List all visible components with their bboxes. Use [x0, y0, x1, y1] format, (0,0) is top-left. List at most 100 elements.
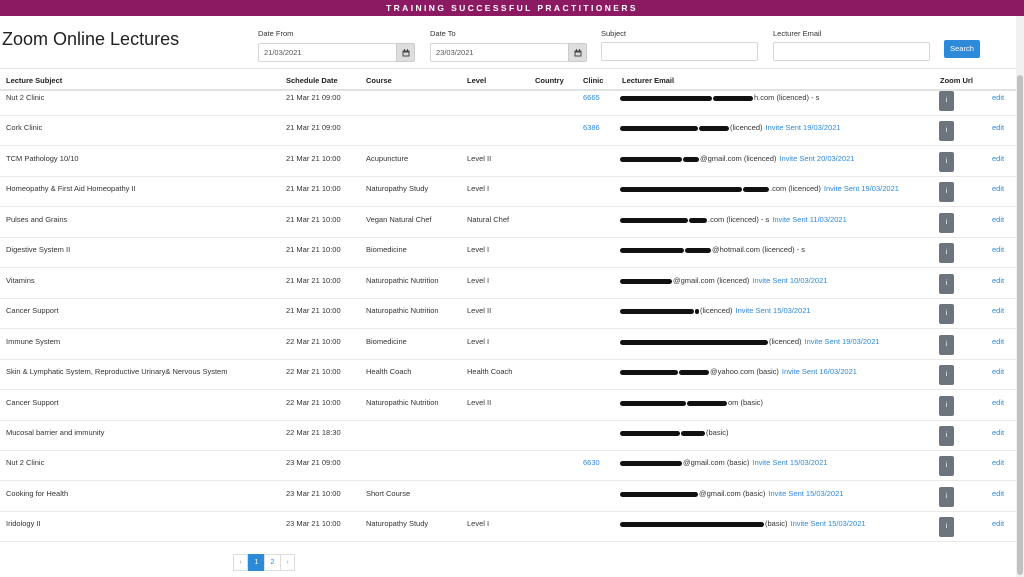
- redaction-bar: [620, 125, 698, 131]
- pagination-prev[interactable]: ‹: [233, 554, 248, 571]
- pagination-page-2[interactable]: 2: [264, 554, 281, 571]
- table-row: TCM Pathology 10/10 21 Mar 21 10:00 Acupun…: [0, 147, 1016, 177]
- edit-link[interactable]: edit: [992, 367, 1004, 376]
- date-from-input[interactable]: 21/03/2021: [258, 43, 397, 62]
- redaction-bar: [620, 400, 686, 406]
- zoom-url-button[interactable]: i: [939, 304, 954, 324]
- edit-link[interactable]: edit: [992, 458, 1004, 467]
- cell-course: Vegan Natural Chef: [366, 215, 432, 224]
- cell-clinic-link[interactable]: 6386: [583, 123, 600, 132]
- column-header-subject: Lecture Subject: [6, 76, 63, 85]
- scrollbar-thumb[interactable]: [1017, 75, 1023, 575]
- redaction-bar: [620, 156, 682, 162]
- date-to-input[interactable]: 23/03/2021: [430, 43, 569, 62]
- cell-schedule-date: 22 Mar 21 18:30: [286, 428, 341, 437]
- redaction-bar: [681, 430, 705, 436]
- cell-schedule-date: 21 Mar 21 10:00: [286, 245, 341, 254]
- page-title: Zoom Online Lectures: [2, 29, 180, 49]
- email-status: h.com (licenced) - s: [754, 93, 820, 102]
- zoom-url-button[interactable]: i: [939, 396, 954, 416]
- subject-input[interactable]: [601, 42, 758, 61]
- zoom-url-button[interactable]: i: [939, 182, 954, 202]
- cell-schedule-date: 21 Mar 21 10:00: [286, 215, 341, 224]
- email-status: @hotmail.com (licenced) - s: [712, 245, 806, 254]
- cell-lecturer-email: @gmail.com (licenced) Invite Sent 20/03/2…: [620, 154, 854, 163]
- search-button[interactable]: Search: [944, 40, 980, 58]
- redaction-bar: [620, 339, 768, 345]
- cell-level: Level I: [467, 184, 490, 193]
- table-row: Digestive System II 21 Mar 21 10:00 Biomed…: [0, 238, 1016, 268]
- email-status: (licenced): [769, 337, 802, 346]
- table-row: Immune System 22 Mar 21 10:00 Biomedicine L…: [0, 330, 1016, 360]
- pagination-next[interactable]: ›: [280, 554, 295, 571]
- redaction-bar: [699, 125, 729, 131]
- edit-link[interactable]: edit: [992, 276, 1004, 285]
- invite-status: Invite Sent 15/03/2021: [735, 306, 811, 315]
- redaction-bar: [620, 491, 698, 497]
- edit-link[interactable]: edit: [992, 123, 1004, 132]
- edit-link[interactable]: edit: [992, 184, 1004, 193]
- edit-link[interactable]: edit: [992, 306, 1004, 315]
- cell-level: Level II: [467, 306, 492, 315]
- email-status: @gmail.com (licenced): [673, 276, 750, 285]
- redaction-bar: [689, 217, 707, 223]
- zoom-url-button[interactable]: i: [939, 213, 954, 233]
- edit-link[interactable]: edit: [992, 245, 1004, 254]
- column-header-date: Schedule Date: [286, 76, 338, 85]
- table-row: Cancer Support 22 Mar 21 10:00 Naturopathi…: [0, 391, 1016, 421]
- invite-status: Invite Sent 20/03/2021: [779, 154, 855, 163]
- redaction-bar: [620, 95, 712, 101]
- zoom-url-button[interactable]: i: [939, 456, 954, 476]
- zoom-url-button[interactable]: i: [939, 243, 954, 263]
- cell-subject: Cork Clinic: [6, 123, 43, 132]
- cell-level: Level I: [467, 276, 490, 285]
- cell-subject: Cancer Support: [6, 398, 59, 407]
- cell-subject: Cooking for Health: [6, 489, 69, 498]
- zoom-url-button[interactable]: i: [939, 365, 954, 385]
- zoom-url-button[interactable]: i: [939, 91, 954, 111]
- cell-level: Level I: [467, 245, 490, 254]
- zoom-url-button[interactable]: i: [939, 274, 954, 294]
- date-from-calendar-button[interactable]: [396, 43, 415, 62]
- zoom-url-button[interactable]: i: [939, 426, 954, 446]
- column-header-country: Country: [535, 76, 564, 85]
- invite-status: Invite Sent 11/03/2021: [772, 215, 847, 224]
- table-row: Cooking for Health 23 Mar 21 10:00 Short C…: [0, 482, 1016, 512]
- edit-link[interactable]: edit: [992, 489, 1004, 498]
- zoom-url-button[interactable]: i: [939, 517, 954, 537]
- lecturer-email-input[interactable]: [773, 42, 930, 61]
- redaction-bar: [679, 369, 709, 375]
- edit-link[interactable]: edit: [992, 215, 1004, 224]
- edit-link[interactable]: edit: [992, 428, 1004, 437]
- cell-course: Naturopathic Nutrition: [366, 306, 439, 315]
- cell-clinic-link[interactable]: 6630: [583, 458, 600, 467]
- cell-course: Short Course: [366, 489, 411, 498]
- cell-level: Natural Chef: [467, 215, 510, 224]
- cell-lecturer-email: @yahoo.com (basic) Invite Sent 16/03/2021: [620, 367, 857, 376]
- zoom-url-button[interactable]: i: [939, 335, 954, 355]
- cell-subject: Mucosal barrier and immunity: [6, 428, 105, 437]
- cell-level: Level I: [467, 337, 490, 346]
- cell-clinic-link[interactable]: 6665: [583, 93, 600, 102]
- zoom-url-button[interactable]: i: [939, 152, 954, 172]
- edit-link[interactable]: edit: [992, 337, 1004, 346]
- edit-link[interactable]: edit: [992, 154, 1004, 163]
- table-row: Nut 2 Clinic 21 Mar 21 09:00 6665 h.com (li…: [0, 86, 1016, 116]
- date-to-calendar-button[interactable]: [568, 43, 587, 62]
- edit-link[interactable]: edit: [992, 519, 1004, 528]
- invite-status: Invite Sent 16/03/2021: [781, 367, 857, 376]
- cell-schedule-date: 21 Mar 21 10:00: [286, 184, 341, 193]
- pagination-page-1[interactable]: 1: [248, 554, 265, 571]
- email-status: (basic): [765, 519, 788, 528]
- column-header-email: Lecturer Email: [622, 76, 675, 85]
- zoom-url-button[interactable]: i: [939, 121, 954, 141]
- cell-course: Biomedicine: [366, 245, 407, 254]
- table-row: Cork Clinic 21 Mar 21 09:00 6386 (licenced)…: [0, 116, 1016, 146]
- redaction-bar: [620, 186, 742, 192]
- redaction-bar: [620, 308, 694, 314]
- calendar-icon: [402, 49, 410, 57]
- edit-link[interactable]: edit: [992, 93, 1004, 102]
- zoom-url-button[interactable]: i: [939, 487, 954, 507]
- edit-link[interactable]: edit: [992, 398, 1004, 407]
- cell-course: Naturopathic Nutrition: [366, 276, 439, 285]
